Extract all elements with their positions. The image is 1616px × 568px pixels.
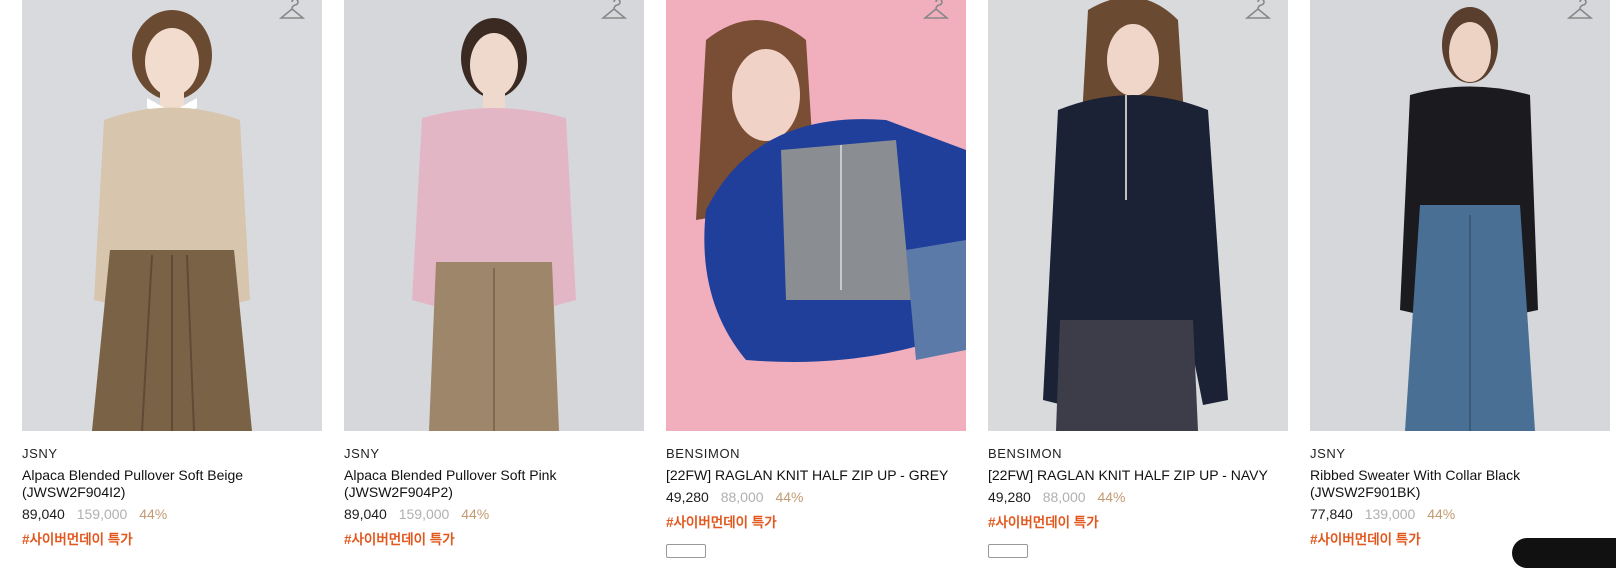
- discount-rate: 44%: [1097, 489, 1126, 505]
- model-photo: [22, 0, 322, 431]
- brand-name[interactable]: JSNY: [22, 446, 58, 461]
- hanger-icon[interactable]: [1245, 0, 1271, 22]
- model-photo: [344, 0, 644, 431]
- brand-name[interactable]: JSNY: [344, 446, 380, 461]
- product-name[interactable]: Alpaca Blended Pullover Soft Pink (JWSW2…: [344, 467, 644, 501]
- product-image[interactable]: [22, 0, 322, 431]
- option-button[interactable]: [988, 544, 1028, 558]
- promo-tag[interactable]: #사이버먼데이 특가: [666, 511, 777, 531]
- original-price: 159,000: [398, 506, 450, 522]
- promo-tag[interactable]: #사이버먼데이 특가: [344, 528, 455, 548]
- sale-price: 89,040: [344, 506, 387, 522]
- price-row: 49,280 88,000 44%: [666, 489, 803, 505]
- sale-price: 49,280: [988, 489, 1031, 505]
- product-image[interactable]: [988, 0, 1288, 431]
- original-price: 88,000: [1042, 489, 1086, 505]
- product-grid: JSNY Alpaca Blended Pullover Soft Beige …: [0, 0, 1616, 558]
- price-row: 77,840 139,000 44%: [1310, 506, 1455, 522]
- sale-price: 89,040: [22, 506, 65, 522]
- model-photo: [988, 0, 1288, 431]
- promo-tag[interactable]: #사이버먼데이 특가: [988, 511, 1099, 531]
- discount-rate: 44%: [461, 506, 490, 522]
- discount-rate: 44%: [1427, 506, 1456, 522]
- brand-name[interactable]: BENSIMON: [666, 446, 740, 461]
- brand-name[interactable]: JSNY: [1310, 446, 1346, 461]
- brand-name[interactable]: BENSIMON: [988, 446, 1062, 461]
- sale-price: 49,280: [666, 489, 709, 505]
- promo-tag[interactable]: #사이버먼데이 특가: [1310, 528, 1421, 548]
- product-card[interactable]: JSNY Alpaca Blended Pullover Soft Pink (…: [344, 0, 644, 547]
- discount-rate: 44%: [775, 489, 804, 505]
- model-photo: [666, 0, 966, 431]
- product-card[interactable]: BENSIMON [22FW] RAGLAN KNIT HALF ZIP UP …: [666, 0, 966, 558]
- price-row: 89,040 159,000 44%: [344, 506, 489, 522]
- product-card[interactable]: JSNY Ribbed Sweater With Collar Black (J…: [1310, 0, 1610, 547]
- product-image[interactable]: [1310, 0, 1610, 431]
- price-row: 49,280 88,000 44%: [988, 489, 1125, 505]
- original-price: 159,000: [76, 506, 128, 522]
- model-photo: [1310, 0, 1610, 431]
- hanger-icon[interactable]: [601, 0, 627, 22]
- hanger-icon[interactable]: [923, 0, 949, 22]
- product-image[interactable]: [344, 0, 644, 431]
- option-button[interactable]: [666, 544, 706, 558]
- floating-action-button[interactable]: [1512, 538, 1616, 568]
- hanger-icon[interactable]: [279, 0, 305, 22]
- product-name[interactable]: [22FW] RAGLAN KNIT HALF ZIP UP - NAVY: [988, 467, 1288, 484]
- product-name[interactable]: Alpaca Blended Pullover Soft Beige (JWSW…: [22, 467, 322, 501]
- discount-rate: 44%: [139, 506, 168, 522]
- product-card[interactable]: JSNY Alpaca Blended Pullover Soft Beige …: [22, 0, 322, 547]
- original-price: 139,000: [1364, 506, 1416, 522]
- sale-price: 77,840: [1310, 506, 1353, 522]
- product-card[interactable]: BENSIMON [22FW] RAGLAN KNIT HALF ZIP UP …: [988, 0, 1288, 558]
- original-price: 88,000: [720, 489, 764, 505]
- promo-tag[interactable]: #사이버먼데이 특가: [22, 528, 133, 548]
- product-name[interactable]: Ribbed Sweater With Collar Black (JWSW2F…: [1310, 467, 1610, 501]
- product-name[interactable]: [22FW] RAGLAN KNIT HALF ZIP UP - GREY: [666, 467, 966, 484]
- hanger-icon[interactable]: [1567, 0, 1593, 22]
- product-image[interactable]: [666, 0, 966, 431]
- price-row: 89,040 159,000 44%: [22, 506, 167, 522]
